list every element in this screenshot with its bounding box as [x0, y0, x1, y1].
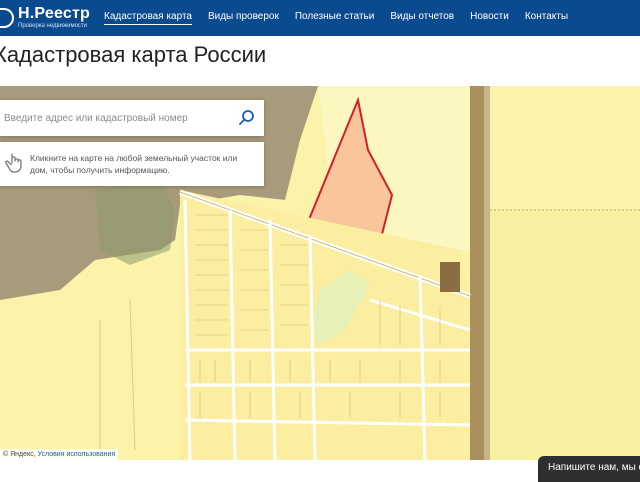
roadside-building: [440, 262, 460, 292]
logo-name: Н.Реестр: [18, 5, 90, 22]
nav-articles[interactable]: Полезные статьи: [293, 0, 377, 36]
logo-mark-icon: [0, 8, 14, 28]
nav-contacts[interactable]: Контакты: [523, 0, 570, 36]
east-field: [490, 210, 640, 460]
hand-pointer-icon: [5, 153, 22, 173]
nav-check-types[interactable]: Виды проверок: [206, 0, 281, 36]
top-header: Н.Реестр Проверка недвижимости Кадастров…: [0, 0, 640, 36]
map-hint-text: Кликните на карте на любой земельный уча…: [30, 153, 238, 175]
chat-button[interactable]: Напишите нам, мы он: [538, 456, 640, 482]
site-logo[interactable]: Н.Реестр Проверка недвижимости: [0, 4, 90, 32]
main-nav: Кадастровая карта Виды проверок Полезные…: [96, 0, 576, 36]
main-road: [470, 86, 484, 460]
attribution-prefix: © Яндекс,: [3, 451, 36, 458]
terms-link[interactable]: Условия использования: [38, 451, 116, 458]
road-shoulder: [484, 86, 490, 460]
search-box[interactable]: [0, 100, 264, 136]
map-hint-panel: Кликните на карте на любой земельный уча…: [0, 142, 264, 186]
map-attribution: © Яндекс, Условия использования: [0, 449, 119, 460]
logo-tagline: Проверка недвижимости: [18, 23, 88, 29]
search-input[interactable]: [2, 111, 226, 125]
nav-news[interactable]: Новости: [468, 0, 511, 36]
nav-cadastral-map[interactable]: Кадастровая карта: [102, 0, 194, 36]
trees-patch: [95, 180, 175, 265]
page-title: Кадастровая карта России: [0, 42, 267, 67]
nav-report-types[interactable]: Виды отчетов: [388, 0, 456, 36]
search-icon[interactable]: [238, 109, 256, 127]
